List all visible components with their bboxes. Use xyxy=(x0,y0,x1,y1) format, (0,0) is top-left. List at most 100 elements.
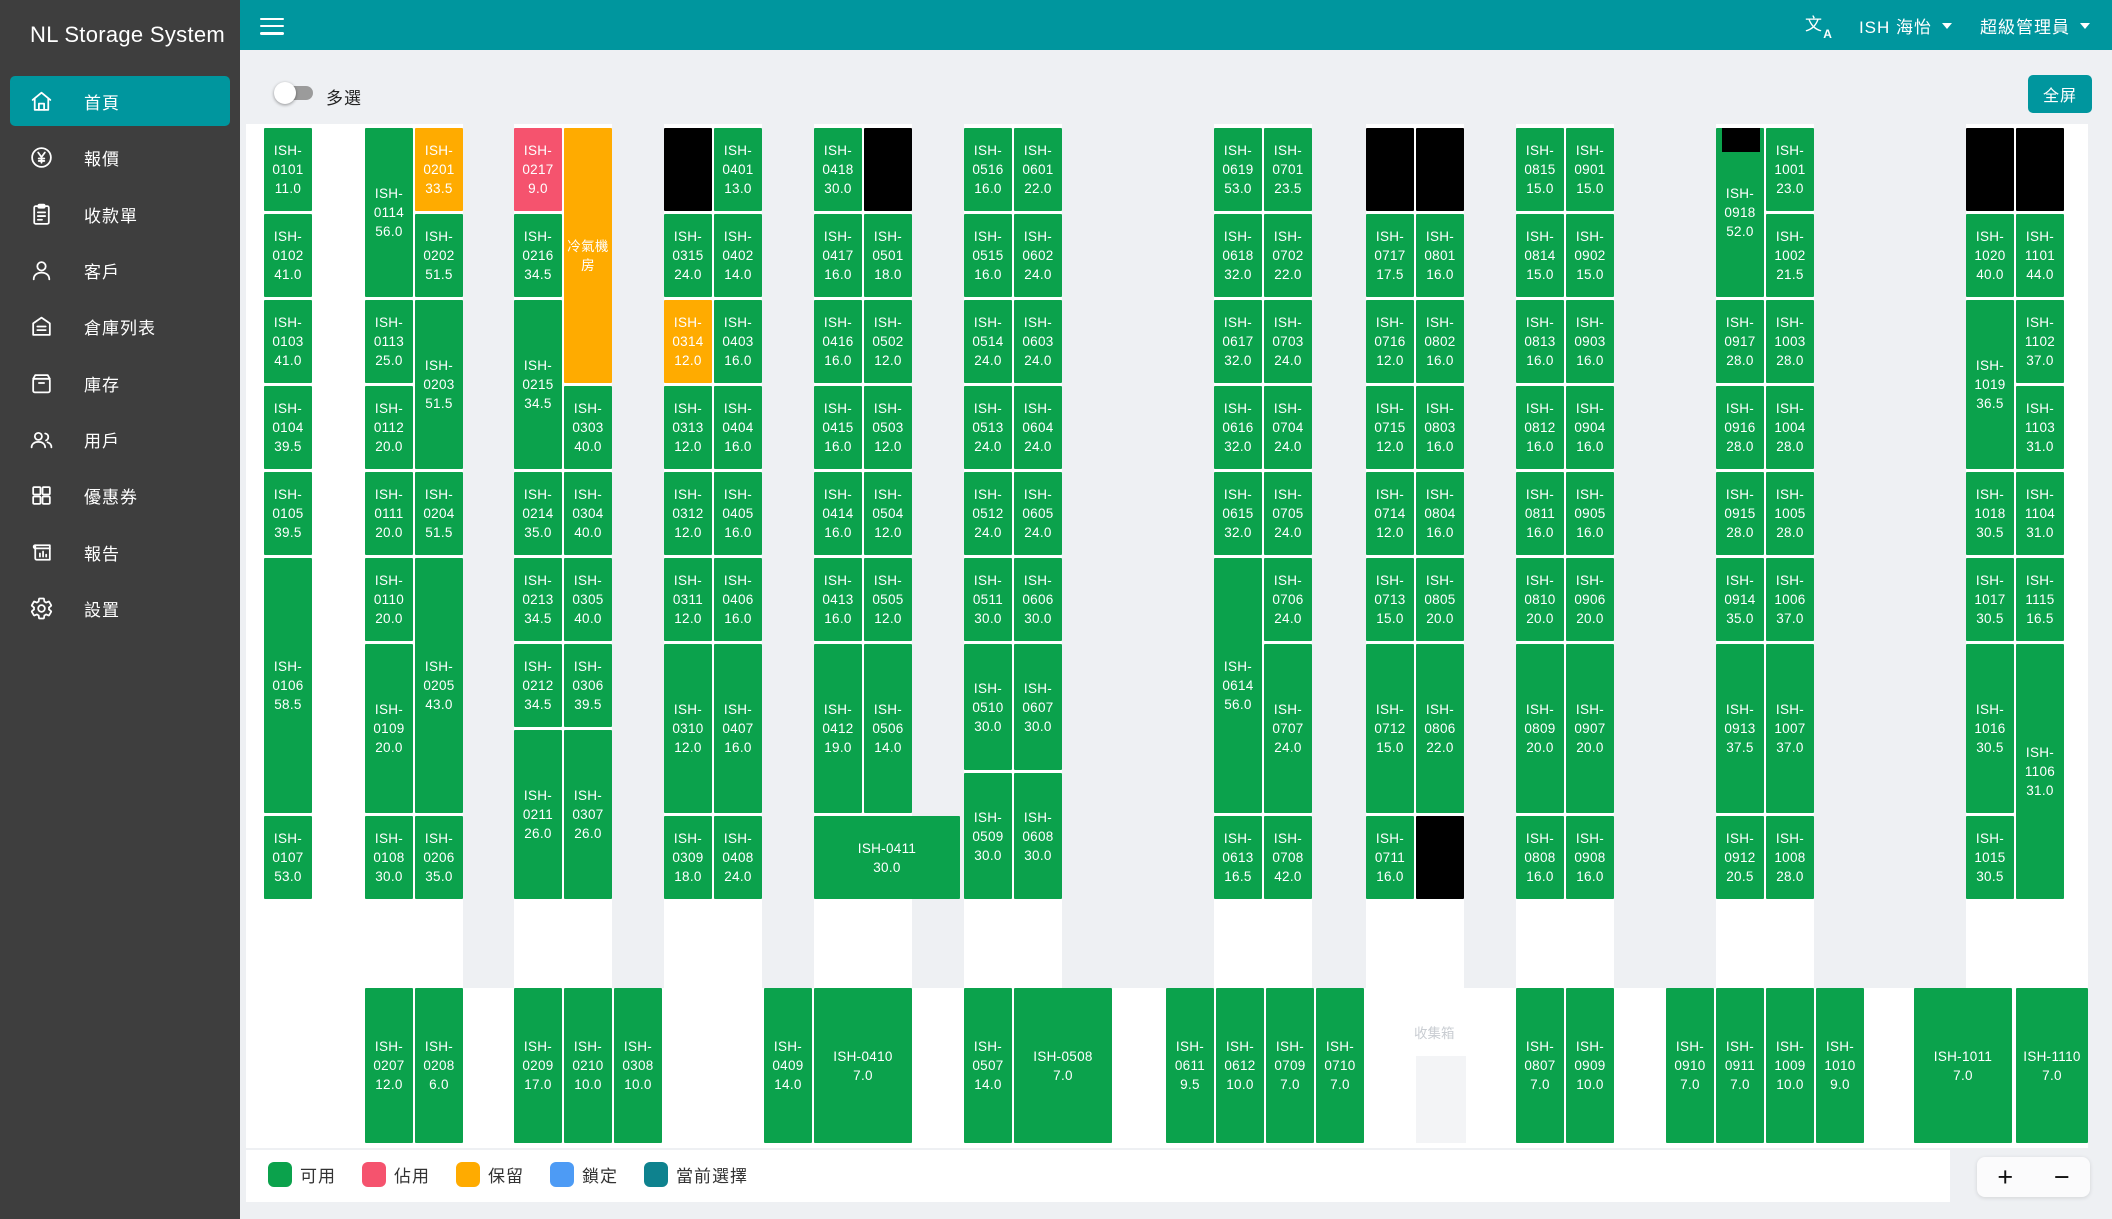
storage-unit-ISH-0917[interactable]: ISH-091728.0 xyxy=(1716,300,1764,383)
storage-unit-ISH-0306[interactable]: ISH-030639.5 xyxy=(564,644,612,727)
storage-unit-ISH-0814[interactable]: ISH-081415.0 xyxy=(1516,214,1564,297)
storage-unit-ISH-1007[interactable]: ISH-100737.0 xyxy=(1766,644,1814,813)
storage-unit-ISH-0307[interactable]: ISH-030726.0 xyxy=(564,730,612,899)
storage-unit-ISH-0803[interactable]: ISH-080316.0 xyxy=(1416,386,1464,469)
storage-unit-ISH-1009[interactable]: ISH-100910.0 xyxy=(1766,988,1814,1143)
storage-unit-ISH-0617[interactable]: ISH-061732.0 xyxy=(1214,300,1262,383)
storage-unit-ISH-0504[interactable]: ISH-050412.0 xyxy=(864,472,912,555)
storage-unit-ISH-0315[interactable]: ISH-031524.0 xyxy=(664,214,712,297)
storage-unit-ISH-0215[interactable]: ISH-021534.5 xyxy=(514,300,562,469)
sidebar-item-home[interactable]: 首頁 xyxy=(10,76,230,126)
sidebar-item-users[interactable]: 用戶 xyxy=(10,414,230,464)
storage-unit-ISH-0710[interactable]: ISH-07107.0 xyxy=(1316,988,1364,1143)
storage-unit-ISH-0507[interactable]: ISH-050714.0 xyxy=(964,988,1012,1143)
storage-unit-ISH-0410[interactable]: ISH-04107.0 xyxy=(814,988,912,1143)
storage-unit-ISH-0608[interactable]: ISH-060830.0 xyxy=(1014,773,1062,899)
storage-unit-ISH-0902[interactable]: ISH-090215.0 xyxy=(1566,214,1614,297)
storage-unit-ISH-0907[interactable]: ISH-090720.0 xyxy=(1566,644,1614,813)
storage-unit-ISH-0109[interactable]: ISH-010920.0 xyxy=(365,644,413,813)
storage-unit-ISH-0204[interactable]: ISH-020451.5 xyxy=(415,472,463,555)
storage-unit-ISH-0411[interactable]: ISH-041130.0 xyxy=(814,816,960,899)
storage-unit-ISH-0813[interactable]: ISH-081316.0 xyxy=(1516,300,1564,383)
storage-unit-ISH-0709[interactable]: ISH-07097.0 xyxy=(1266,988,1314,1143)
storage-unit-ISH-0503[interactable]: ISH-050312.0 xyxy=(864,386,912,469)
storage-unit-ISH-1016[interactable]: ISH-101630.5 xyxy=(1966,644,2014,813)
storage-unit-ISH-1019[interactable]: ISH-101936.5 xyxy=(1966,300,2014,469)
storage-unit-ISH-0601[interactable]: ISH-060122.0 xyxy=(1014,128,1062,211)
storage-unit-ISH-0806[interactable]: ISH-080622.0 xyxy=(1416,644,1464,813)
storage-unit-ISH-1010[interactable]: ISH-10109.0 xyxy=(1816,988,1864,1143)
storage-unit-ISH-0702[interactable]: ISH-070222.0 xyxy=(1264,214,1312,297)
storage-unit-ISH-0706[interactable]: ISH-070624.0 xyxy=(1264,558,1312,641)
storage-unit-ISH-0206[interactable]: ISH-020635.0 xyxy=(415,816,463,899)
storage-unit-ISH-1115[interactable]: ISH-111516.5 xyxy=(2016,558,2064,641)
storage-unit-ISH-0207[interactable]: ISH-020712.0 xyxy=(365,988,413,1143)
storage-unit-ISH-0616[interactable]: ISH-061632.0 xyxy=(1214,386,1262,469)
storage-unit-ISH-1101[interactable]: ISH-110144.0 xyxy=(2016,214,2064,297)
storage-unit-ISH-0111[interactable]: ISH-011120.0 xyxy=(365,472,413,555)
storage-unit-ISH-0304[interactable]: ISH-030440.0 xyxy=(564,472,612,555)
sidebar-item-settings[interactable]: 設置 xyxy=(10,583,230,633)
storage-unit-ISH-0912[interactable]: ISH-091220.5 xyxy=(1716,816,1764,899)
storage-unit-ISH-0514[interactable]: ISH-051424.0 xyxy=(964,300,1012,383)
storage-unit-ISH-0303[interactable]: ISH-030340.0 xyxy=(564,386,612,469)
storage-unit-ISH-0213[interactable]: ISH-021334.5 xyxy=(514,558,562,641)
storage-unit-ISH-0903[interactable]: ISH-090316.0 xyxy=(1566,300,1614,383)
storage-unit-ISH-0714[interactable]: ISH-071412.0 xyxy=(1366,472,1414,555)
storage-unit-ISH-0508[interactable]: ISH-05087.0 xyxy=(1014,988,1112,1143)
storage-unit-ISH-0804[interactable]: ISH-080416.0 xyxy=(1416,472,1464,555)
translate-icon[interactable]: 文A xyxy=(1805,12,1831,38)
storage-unit-ISH-0811[interactable]: ISH-081116.0 xyxy=(1516,472,1564,555)
storage-unit-ISH-0916[interactable]: ISH-091628.0 xyxy=(1716,386,1764,469)
storage-unit-ISH-0210[interactable]: ISH-021010.0 xyxy=(564,988,612,1143)
storage-unit-ISH-0802[interactable]: ISH-080216.0 xyxy=(1416,300,1464,383)
storage-unit-ISH-0414[interactable]: ISH-041416.0 xyxy=(814,472,862,555)
zoom-in-button[interactable]: + xyxy=(1989,1164,2021,1191)
storage-unit-ISH-0809[interactable]: ISH-080920.0 xyxy=(1516,644,1564,813)
storage-unit-ISH-0611[interactable]: ISH-06119.5 xyxy=(1166,988,1214,1143)
sidebar-item-coupons[interactable]: 優惠券 xyxy=(10,470,230,520)
storage-unit-ISH-0106[interactable]: ISH-010658.5 xyxy=(264,558,312,813)
storage-unit-ISH-1102[interactable]: ISH-110237.0 xyxy=(2016,300,2064,383)
storage-unit-ISH-0711[interactable]: ISH-071116.0 xyxy=(1366,816,1414,899)
storage-unit-ISH-0209[interactable]: ISH-020917.0 xyxy=(514,988,562,1143)
storage-unit-ISH-0701[interactable]: ISH-070123.5 xyxy=(1264,128,1312,211)
storage-unit-ISH-0801[interactable]: ISH-080116.0 xyxy=(1416,214,1464,297)
storage-unit-ISH-0614[interactable]: ISH-061456.0 xyxy=(1214,558,1262,813)
storage-unit-ISH-0114[interactable]: ISH-011456.0 xyxy=(365,128,413,297)
storage-unit-ISH-0308[interactable]: ISH-030810.0 xyxy=(614,988,662,1143)
storage-unit-ISH-0403[interactable]: ISH-040316.0 xyxy=(714,300,762,383)
storage-unit-ISH-0312[interactable]: ISH-031212.0 xyxy=(664,472,712,555)
sidebar-item-reports[interactable]: 報告 xyxy=(10,527,230,577)
storage-unit-ISH-0618[interactable]: ISH-061832.0 xyxy=(1214,214,1262,297)
storage-unit-ISH-0211[interactable]: ISH-021126.0 xyxy=(514,730,562,899)
storage-unit-ISH-0910[interactable]: ISH-09107.0 xyxy=(1666,988,1714,1143)
storage-unit-ISH-0502[interactable]: ISH-050212.0 xyxy=(864,300,912,383)
storage-unit-ISH-0416[interactable]: ISH-041616.0 xyxy=(814,300,862,383)
storage-unit-ISH-1001[interactable]: ISH-100123.0 xyxy=(1766,128,1814,211)
storage-unit-ISH-0314[interactable]: ISH-031412.0 xyxy=(664,300,712,383)
storage-unit-ISH-1018[interactable]: ISH-101830.5 xyxy=(1966,472,2014,555)
storage-unit-ISH-1103[interactable]: ISH-110331.0 xyxy=(2016,386,2064,469)
storage-unit-ISH-0905[interactable]: ISH-090516.0 xyxy=(1566,472,1614,555)
storage-unit-ISH-0406[interactable]: ISH-040616.0 xyxy=(714,558,762,641)
storage-unit-ISH-0407[interactable]: ISH-040716.0 xyxy=(714,644,762,813)
storage-unit-ISH-0113[interactable]: ISH-011325.0 xyxy=(365,300,413,383)
storage-unit-ISH-0216[interactable]: ISH-021634.5 xyxy=(514,214,562,297)
storage-unit-ISH-0911[interactable]: ISH-09117.0 xyxy=(1716,988,1764,1143)
storage-unit-ISH-0101[interactable]: ISH-010111.0 xyxy=(264,128,312,211)
storage-unit-ISH-0201[interactable]: ISH-020133.5 xyxy=(415,128,463,211)
storage-unit-ISH-0704[interactable]: ISH-070424.0 xyxy=(1264,386,1312,469)
storage-unit-ISH-0904[interactable]: ISH-090416.0 xyxy=(1566,386,1614,469)
storage-unit-ISH-0712[interactable]: ISH-071215.0 xyxy=(1366,644,1414,813)
storage-unit-ISH-0418[interactable]: ISH-041830.0 xyxy=(814,128,862,211)
sidebar-item-receipts[interactable]: 收款單 xyxy=(10,189,230,239)
storage-unit-ISH-0613[interactable]: ISH-061316.5 xyxy=(1214,816,1262,899)
storage-unit-ISH-1002[interactable]: ISH-100221.5 xyxy=(1766,214,1814,297)
storage-unit-ISH-0412[interactable]: ISH-041219.0 xyxy=(814,644,862,813)
storage-unit-ISH-0509[interactable]: ISH-050930.0 xyxy=(964,773,1012,899)
storage-unit-ISH-1106[interactable]: ISH-110631.0 xyxy=(2016,644,2064,899)
zoom-out-button[interactable]: − xyxy=(2046,1164,2078,1191)
storage-unit-ISH-0612[interactable]: ISH-061210.0 xyxy=(1216,988,1264,1143)
storage-unit-ISH-0409[interactable]: ISH-040914.0 xyxy=(764,988,812,1143)
